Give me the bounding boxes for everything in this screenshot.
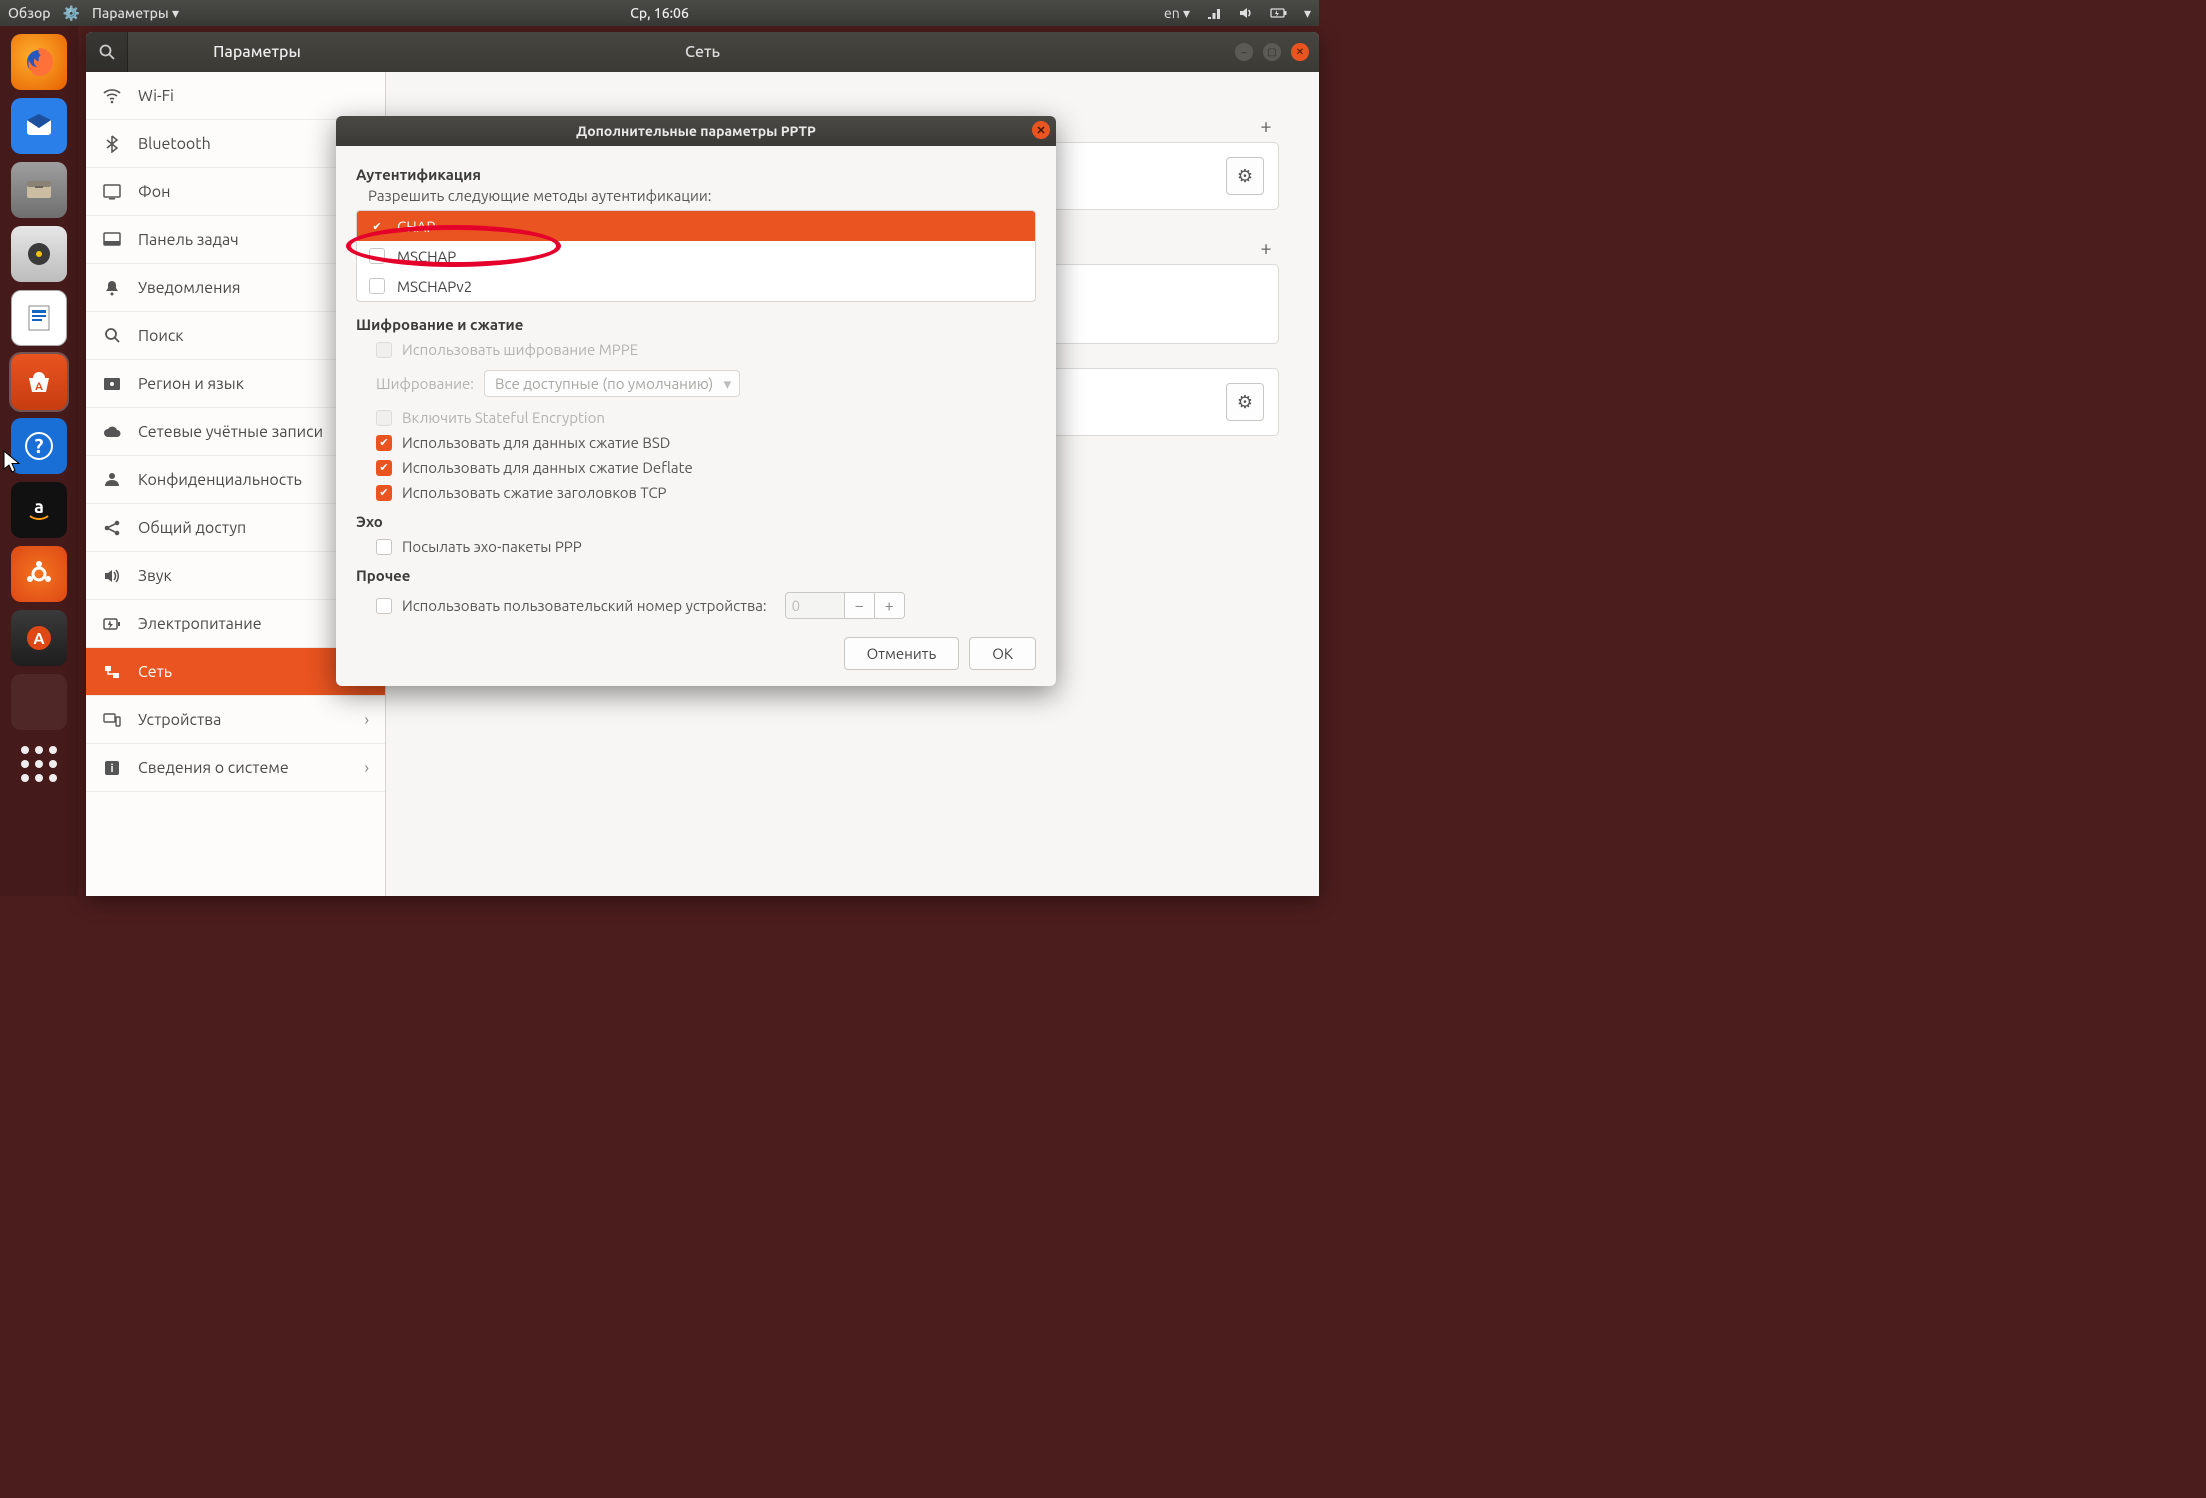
window-close-button[interactable]: ✕ (1291, 43, 1309, 61)
launcher-libreoffice-writer[interactable] (11, 290, 67, 346)
option-unit-number[interactable]: Использовать пользовательский номер устр… (356, 588, 1036, 623)
devices-icon (102, 712, 122, 728)
network-icon (102, 664, 122, 680)
launcher-settings[interactable] (11, 546, 67, 602)
launcher-files[interactable] (11, 162, 67, 218)
svg-text:A: A (35, 381, 43, 393)
sidebar-item-wifi[interactable]: Wi-Fi (86, 72, 385, 120)
checkbox-checked-icon[interactable]: ✔ (376, 460, 392, 476)
vpn-settings-button-1[interactable]: ⚙ (1226, 157, 1264, 195)
spin-up-button[interactable]: + (874, 593, 904, 618)
checkbox-icon (376, 410, 392, 426)
option-deflate-compression[interactable]: ✔Использовать для данных сжатие Deflate (356, 455, 1036, 480)
sidebar-item-details[interactable]: iСведения о системе› (86, 744, 385, 792)
checkbox-icon (376, 342, 392, 358)
sidebar-item-devices[interactable]: Устройства› (86, 696, 385, 744)
option-tcp-header-compression[interactable]: ✔Использовать сжатие заголовков TCP (356, 480, 1036, 505)
add-vpn-button-1[interactable]: + (1253, 112, 1279, 138)
svg-text:?: ? (35, 434, 44, 457)
vpn-settings-button-2[interactable]: ⚙ (1226, 383, 1264, 421)
checkbox-checked-icon[interactable]: ✔ (376, 435, 392, 451)
cancel-button[interactable]: Отменить (844, 637, 960, 670)
option-mppe: Использовать шифрование MPPE (356, 337, 1036, 362)
auth-method-chap[interactable]: ✔ CHAP (357, 211, 1035, 241)
auth-methods-list: ✔ CHAP MSCHAP MSCHAPv2 (356, 210, 1036, 302)
svg-text:A: A (33, 630, 45, 648)
window-maximize-button[interactable]: ▢ (1263, 43, 1281, 61)
svg-text:i: i (110, 763, 113, 775)
launcher-firefox[interactable] (11, 34, 67, 90)
launcher-item-extra[interactable] (11, 674, 67, 730)
power-icon (102, 617, 122, 631)
encryption-section-title: Шифрование и сжатие (356, 316, 1036, 333)
auth-method-mschapv2[interactable]: MSCHAPv2 (357, 271, 1035, 301)
mouse-cursor (3, 450, 23, 474)
launcher-ubuntu-software[interactable]: A (11, 354, 67, 410)
chevron-right-icon: › (365, 759, 370, 777)
window-minimize-button[interactable]: – (1235, 43, 1253, 61)
clock[interactable]: Ср, 16:06 (630, 5, 689, 21)
bluetooth-icon (102, 135, 122, 153)
auth-section-title: Аутентификация (356, 166, 1036, 183)
add-vpn-button-2[interactable]: + (1253, 234, 1279, 260)
bell-icon (102, 279, 122, 297)
dock-icon (102, 232, 122, 248)
sound-icon (102, 568, 122, 584)
spin-down-button[interactable]: − (844, 593, 874, 618)
volume-icon[interactable] (1238, 5, 1254, 21)
background-icon (102, 184, 122, 200)
ok-button[interactable]: OK (969, 637, 1036, 670)
option-bsd-compression[interactable]: ✔Использовать для данных сжатие BSD (356, 430, 1036, 455)
info-icon: i (102, 760, 122, 776)
echo-section-title: Эхо (356, 513, 1036, 530)
privacy-icon (102, 472, 122, 488)
auth-section-subtitle: Разрешить следующие методы аутентификаци… (368, 187, 1036, 204)
launcher-amazon[interactable]: a (11, 482, 67, 538)
checkbox-checked-icon[interactable]: ✔ (376, 485, 392, 501)
dialog-title: Дополнительные параметры PPTP (576, 123, 816, 139)
encryption-combobox: Все доступные (по умолчанию) (484, 370, 740, 397)
encryption-label: Шифрование: (376, 375, 474, 392)
checkbox-icon[interactable] (369, 248, 385, 264)
launcher-software-updater[interactable]: A (11, 610, 67, 666)
misc-section-title: Прочее (356, 567, 1036, 584)
region-icon (102, 377, 122, 391)
cloud-icon (102, 425, 122, 439)
encryption-combo-row: Шифрование: Все доступные (по умолчанию) (356, 362, 1036, 405)
unit-number-input[interactable] (786, 593, 844, 618)
search-button[interactable] (86, 32, 128, 72)
launcher-thunderbird[interactable] (11, 98, 67, 154)
top-panel: Обзор ⚙️ Параметры ▾ Ср, 16:06 en ▾ ▾ (0, 0, 1319, 26)
unit-number-spinbox[interactable]: − + (785, 592, 905, 619)
window-app-title: Параметры (128, 43, 386, 61)
wifi-icon (102, 87, 122, 105)
app-menu[interactable]: Параметры ▾ (92, 5, 179, 22)
chevron-down-icon[interactable]: ▾ (1304, 5, 1311, 22)
pptp-advanced-dialog: Дополнительные параметры PPTP ✕ Аутентиф… (336, 116, 1056, 686)
gear-icon: ⚙️ (63, 5, 80, 22)
launcher-rhythmbox[interactable] (11, 226, 67, 282)
window-titlebar: Параметры Сеть – ▢ ✕ (86, 32, 1319, 72)
dialog-titlebar: Дополнительные параметры PPTP ✕ (336, 116, 1056, 146)
checkbox-icon[interactable] (369, 278, 385, 294)
checkbox-icon[interactable] (376, 598, 392, 614)
checkbox-checked-icon[interactable]: ✔ (369, 218, 385, 234)
chevron-right-icon: › (365, 711, 370, 729)
share-icon (102, 519, 122, 537)
search-icon (102, 327, 122, 344)
svg-text:a: a (34, 497, 44, 517)
battery-icon[interactable] (1270, 6, 1288, 20)
option-stateful: Включить Stateful Encryption (356, 405, 1036, 430)
activities-button[interactable]: Обзор (8, 5, 51, 21)
network-icon[interactable] (1206, 5, 1222, 21)
option-echo[interactable]: Посылать эхо-пакеты PPP (356, 534, 1036, 559)
dialog-close-button[interactable]: ✕ (1032, 121, 1050, 139)
launcher-show-apps[interactable] (11, 738, 67, 794)
checkbox-icon[interactable] (376, 539, 392, 555)
auth-method-mschap[interactable]: MSCHAP (357, 241, 1035, 271)
search-icon (98, 43, 116, 61)
window-page-title: Сеть (685, 43, 720, 61)
keyboard-layout-indicator[interactable]: en ▾ (1164, 5, 1190, 22)
